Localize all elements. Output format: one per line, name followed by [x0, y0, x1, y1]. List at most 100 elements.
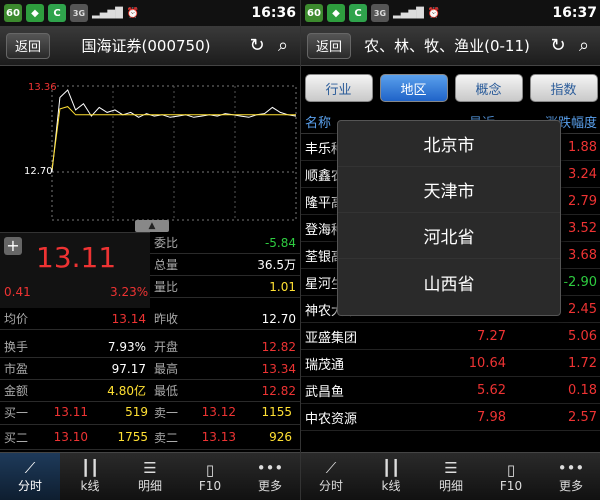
chart-top-label: 13.36 [28, 82, 57, 93]
document-icon: ▯ [205, 460, 215, 479]
tab-index[interactable]: 指数 [529, 74, 598, 102]
stats-table: 均价 13.14 昨收 12.70 换手 7.93% 开盘 12.82 市盈 97.17 … [0, 308, 300, 402]
nav-detail[interactable]: ☰ 明细 [421, 453, 481, 500]
nav-label: 更多 [257, 479, 282, 493]
nav-intraday[interactable]: ⟋ 分时 [301, 453, 361, 500]
intraday-chart: 13.36 12.70 [0, 80, 300, 230]
region-option[interactable]: 天津市 [338, 167, 560, 213]
stock-name: 瑞茂通 [305, 357, 345, 373]
back-button[interactable]: 返回 [6, 32, 51, 59]
stats-row: 均价 13.14 昨收 12.70 [0, 308, 300, 330]
stock-name: 中农资源 [305, 411, 358, 427]
stat-label: 最高 [154, 362, 179, 376]
app-notification-icon: ◆ [327, 4, 345, 22]
more-icon: ••• [256, 459, 284, 477]
nav-more[interactable]: ••• 更多 [240, 453, 300, 500]
status-bar: 60 ◆ C 3G ▂▄▆█ ⏰ 16:36 [0, 0, 300, 26]
ask-label: 卖二 [154, 430, 179, 445]
nav-f10[interactable]: ▯ F10 [180, 453, 240, 500]
chart-mid-label: 12.70 [24, 166, 53, 177]
nav-label: 明细 [137, 479, 162, 493]
nav-label: k线 [80, 479, 100, 493]
stock-last: 10.64 [468, 355, 506, 371]
kv-label: 总量 [154, 258, 179, 272]
stat-value: 12.82 [261, 339, 296, 354]
line-chart-icon: ⟋ [24, 459, 36, 477]
stat-value: 4.80亿 [107, 384, 146, 398]
stock-change: 5.06 [568, 328, 597, 344]
price-change-pct: 3.23% [110, 285, 149, 299]
line-chart-icon: ⟋ [325, 459, 337, 477]
nav-more[interactable]: ••• 更多 [541, 453, 600, 500]
bid-label: 买二 [4, 430, 29, 445]
nav-label: 更多 [558, 479, 583, 493]
kv-row: 量比 1.01 [150, 276, 300, 298]
sector-list-screen: 60 ◆ C 3G ▂▄▆█ ⏰ 16:37 返回 农、林、牧、渔业(0-11)… [300, 0, 600, 500]
list-item[interactable]: 亚盛集团 7.27 5.06 [301, 323, 600, 350]
region-option[interactable]: 河北省 [338, 213, 560, 259]
stock-last: 5.62 [477, 382, 506, 398]
nav-f10[interactable]: ▯ F10 [481, 453, 541, 500]
stock-change: 1.72 [568, 355, 597, 371]
nav-intraday[interactable]: ⟋ 分时 [0, 453, 60, 500]
stat-value: 13.34 [261, 361, 296, 376]
bid-label: 买一 [4, 405, 29, 420]
stat-value: 12.70 [261, 311, 296, 326]
list-item[interactable]: 中农资源 7.98 2.57 [301, 404, 600, 431]
stock-name: 亚盛集团 [305, 330, 358, 346]
kv-value: 1.01 [269, 279, 296, 294]
nav-label: k线 [381, 479, 401, 493]
bid-volume: 1755 [117, 430, 148, 444]
bid-price: 13.10 [53, 430, 88, 444]
nav-label: F10 [499, 478, 523, 493]
stat-value: 97.17 [111, 361, 146, 376]
stock-detail-screen: 60 ◆ C 3G ▂▄▆█ ⏰ 16:36 返回 国海证券(000750) ↻… [0, 0, 300, 500]
back-button[interactable]: 返回 [307, 32, 352, 59]
battery-icon: 60 [4, 4, 22, 22]
page-title: 农、林、牧、渔业(0-11) [364, 37, 530, 55]
col-name[interactable]: 名称 [301, 112, 331, 131]
stock-change: 2.45 [568, 301, 597, 317]
network-icon: 3G [70, 4, 88, 22]
stat-label: 开盘 [154, 340, 179, 354]
bottom-nav: ⟋ 分时 ┃┃ k线 ☰ 明细 ▯ F10 ••• 更多 [0, 452, 300, 500]
page-title: 国海证券(000750) [81, 37, 211, 55]
order-row: 买二 13.10 1755 卖二 13.13 926 [0, 425, 300, 450]
stat-label: 换手 [4, 340, 29, 354]
refresh-icon[interactable]: ↻ [547, 35, 569, 57]
category-tabs: 行业 地区 概念 指数 [301, 70, 600, 106]
stock-change: 3.68 [568, 247, 597, 263]
refresh-icon[interactable]: ↻ [246, 35, 268, 57]
candlestick-icon: ┃┃ [381, 459, 401, 477]
network-icon: 3G [371, 4, 389, 22]
search-icon[interactable]: ⌕ [272, 35, 294, 57]
nav-kline[interactable]: ┃┃ k线 [60, 453, 120, 500]
list-item[interactable]: 武昌鱼 5.62 0.18 [301, 377, 600, 404]
tab-concept[interactable]: 概念 [454, 74, 523, 102]
search-icon[interactable]: ⌕ [573, 35, 595, 57]
more-icon: ••• [557, 459, 585, 477]
order-book: 买一 13.11 519 卖一 13.12 1155 买二 13.10 1755… [0, 400, 300, 450]
region-option[interactable]: 山西省 [338, 259, 560, 305]
stat-value: 13.14 [111, 311, 146, 326]
intraday-chart-svg [51, 85, 297, 221]
status-bar: 60 ◆ C 3G ▂▄▆█ ⏰ 16:37 [301, 0, 600, 26]
tab-region[interactable]: 地区 [379, 74, 448, 102]
expand-chart-button[interactable]: ▲ [135, 220, 169, 232]
add-watchlist-button[interactable]: + [4, 237, 22, 255]
stock-change: 1.88 [568, 139, 597, 155]
stat-value: 12.82 [261, 383, 296, 398]
signal-icon: ▂▄▆█ [92, 7, 123, 19]
stock-change: -2.90 [563, 274, 597, 290]
stock-last: 7.98 [477, 409, 506, 425]
list-item[interactable]: 瑞茂通 10.64 1.72 [301, 350, 600, 377]
signal-icon: ▂▄▆█ [393, 7, 424, 19]
ask-price: 13.12 [201, 405, 236, 419]
tab-industry[interactable]: 行业 [304, 74, 373, 102]
candlestick-icon: ┃┃ [80, 459, 100, 477]
stat-label: 市盈 [4, 362, 29, 376]
nav-detail[interactable]: ☰ 明细 [120, 453, 180, 500]
nav-kline[interactable]: ┃┃ k线 [361, 453, 421, 500]
stats-row: 市盈 97.17 最高 13.34 [0, 358, 300, 380]
region-option[interactable]: 北京市 [338, 121, 560, 167]
